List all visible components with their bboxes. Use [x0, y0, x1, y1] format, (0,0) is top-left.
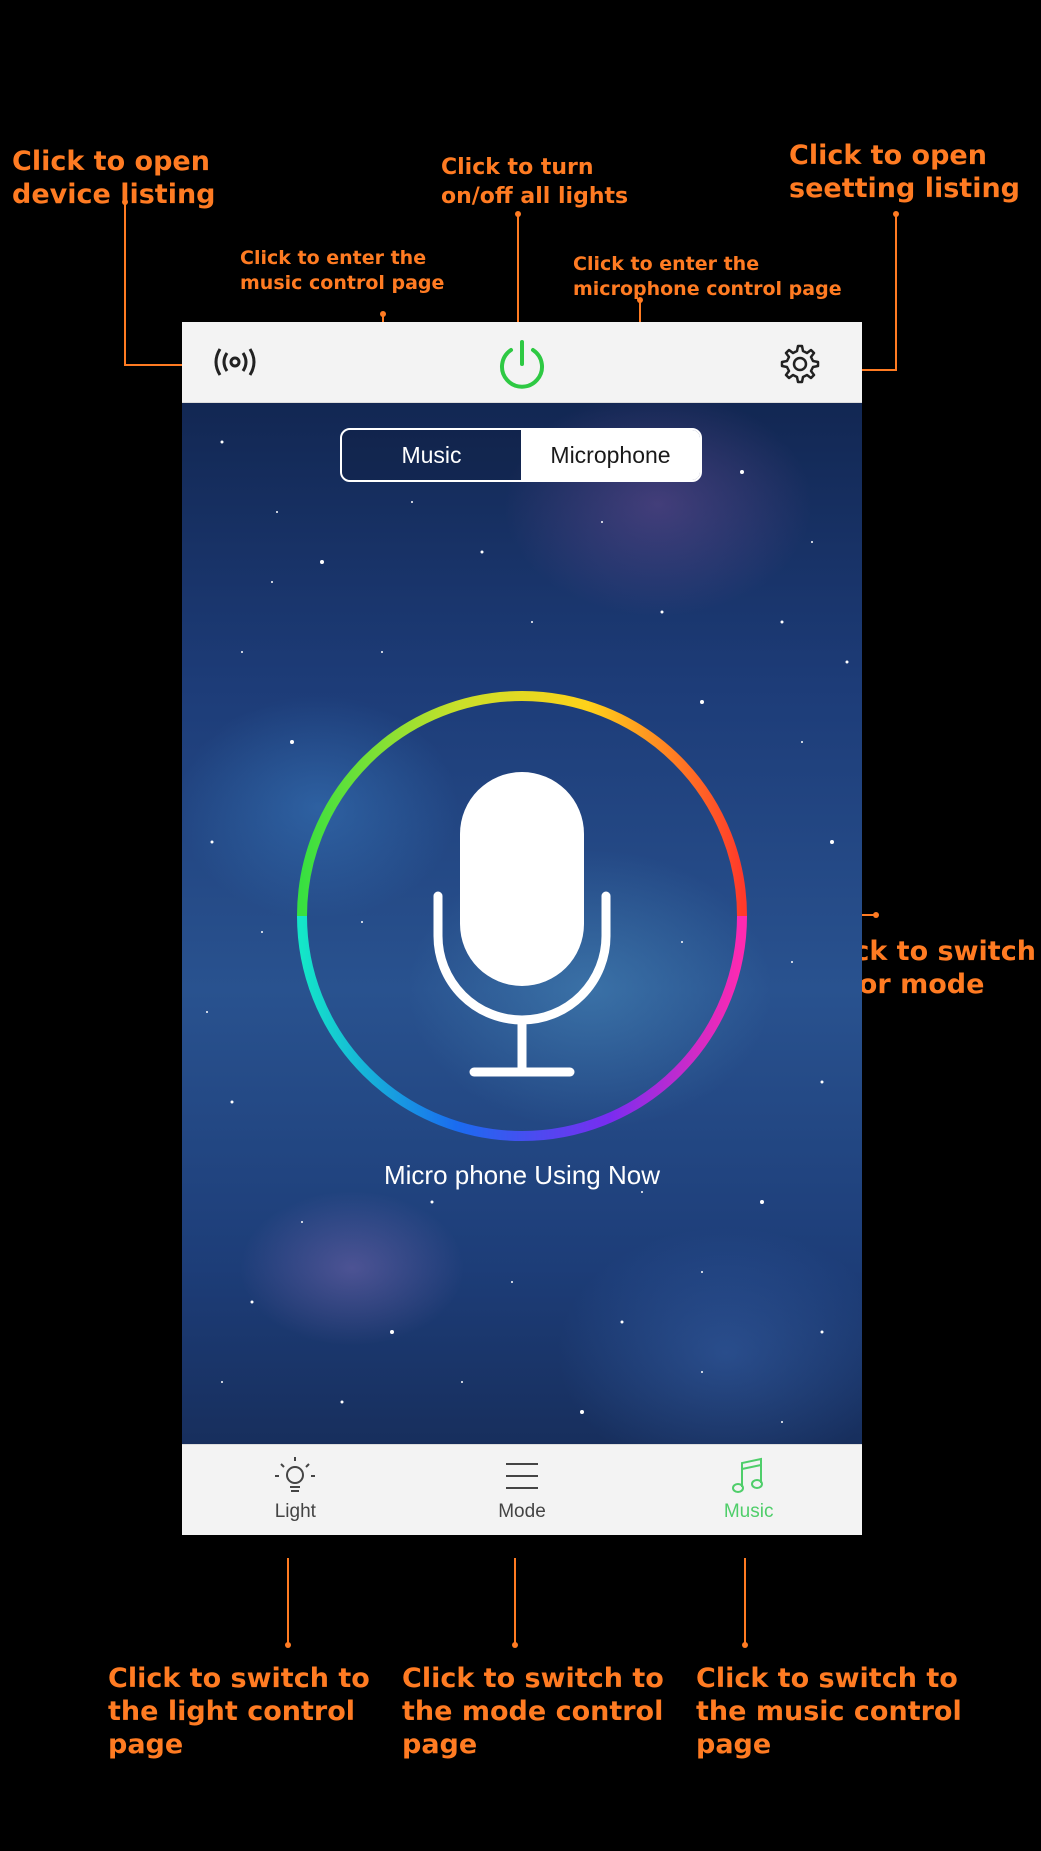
note-settings-listing: Click to open seetting listing [789, 140, 1021, 204]
note-power-all: Click to turn on/off all lights [441, 155, 629, 209]
segment-microphone[interactable]: Microphone [521, 430, 700, 480]
segment-microphone-label: Microphone [550, 441, 671, 468]
tab-music-label: Music [723, 1501, 774, 1522]
music-note-icon [731, 1457, 763, 1493]
app-screen: Music Microphone Micro phone Using Now L… [182, 322, 862, 1535]
broadcast-icon[interactable] [212, 346, 258, 382]
bulb-icon [275, 1457, 316, 1492]
microphone-status-text: Micro phone Using Now [383, 1160, 660, 1190]
note-microphone-page: Click to enter the microphone control pa… [573, 253, 842, 300]
tab-music[interactable]: Music [635, 1445, 862, 1535]
top-bar [182, 322, 862, 403]
note-music-tab: Click to switch to the music control pag… [696, 1663, 962, 1760]
note-mode-tab: Click to switch to the mode control page [402, 1663, 664, 1760]
bottom-tab-bar: Light Mode Music [182, 1444, 862, 1535]
segment-music-label: Music [401, 441, 462, 468]
music-microphone-segment: Music Microphone [340, 428, 702, 482]
note-device-listing: Click to open device listing [12, 146, 216, 210]
power-icon[interactable] [494, 336, 550, 396]
note-light-tab: Click to switch to the light control pag… [108, 1663, 370, 1760]
note-music-page: Click to enter the music control page [240, 247, 445, 294]
microphone-icon [433, 772, 611, 1077]
gear-icon[interactable] [780, 344, 820, 388]
tab-mode-label: Mode [498, 1501, 546, 1522]
color-mode-ring[interactable] [292, 686, 752, 1146]
tab-light-label: Light [274, 1501, 316, 1522]
tab-mode[interactable]: Mode [409, 1445, 636, 1535]
segment-music[interactable]: Music [342, 430, 521, 480]
tab-light[interactable]: Light [182, 1445, 409, 1535]
menu-lines-icon [506, 1463, 538, 1489]
